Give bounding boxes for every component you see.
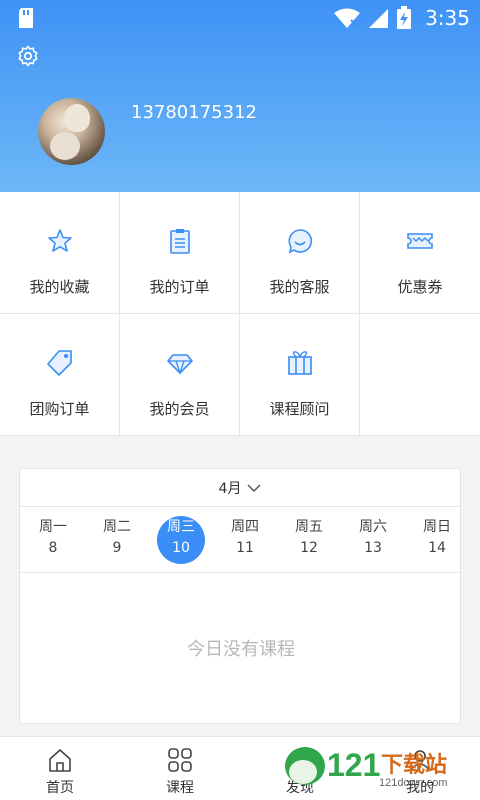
day-date: 11 [236, 540, 254, 556]
day-weekday: 周六 [359, 519, 387, 535]
home-icon [49, 749, 71, 772]
day-item-selected[interactable]: 周三 10 [157, 516, 205, 564]
gift-icon [287, 351, 312, 375]
tab-label: 课程 [166, 780, 194, 796]
profile-header: 3:35 13780175312 [0, 0, 480, 192]
menu-label: 团购订单 [29, 400, 90, 418]
coupon-icon [407, 233, 433, 249]
menu-item-favorites[interactable]: 我的收藏 [0, 192, 120, 314]
user-phone: 13780175312 [131, 102, 257, 123]
menu-label: 我的订单 [149, 278, 210, 296]
sd-card-icon [19, 8, 33, 28]
menu-item-advisor[interactable]: 课程顾问 [240, 314, 360, 436]
diamond-icon [166, 354, 193, 376]
status-time: 3:35 [425, 6, 470, 30]
week-row: 周一 8 周二 9 周三 10 周四 11 周五 12 周六 13 周日 14 [20, 507, 460, 573]
gear-icon[interactable] [16, 44, 40, 68]
day-date: 9 [112, 540, 122, 556]
menu-item-orders[interactable]: 我的订单 [120, 192, 240, 314]
menu-item-service[interactable]: 我的客服 [240, 192, 360, 314]
clipboard-icon [169, 229, 190, 254]
month-label: 4月 [218, 480, 242, 497]
menu-grid: 我的收藏 我的订单 我的客服 优惠券 团购订单 我的会员 课程顾问 [0, 192, 480, 436]
course-calendar: 4月 周一 8 周二 9 周三 10 周四 11 周五 12 周六 13 周日 … [19, 468, 461, 724]
menu-item-membership[interactable]: 我的会员 [120, 314, 240, 436]
empty-state-text: 今日没有课程 [187, 639, 295, 660]
day-item[interactable]: 周六 13 [349, 517, 397, 563]
status-bar: 3:35 [0, 0, 480, 36]
star-icon [47, 229, 72, 252]
menu-label: 优惠券 [397, 278, 443, 296]
day-date: 12 [300, 540, 318, 556]
menu-item-group-orders[interactable]: 团购订单 [0, 314, 120, 436]
tab-home[interactable]: 首页 [0, 737, 120, 800]
day-item[interactable]: 周一 8 [29, 517, 77, 563]
day-date: 13 [364, 540, 382, 556]
day-date: 10 [172, 540, 190, 556]
svg-text:下载站: 下载站 [381, 752, 447, 777]
watermark-logo: 121 下载站 121down.com [285, 747, 448, 789]
day-weekday: 周三 [167, 519, 195, 535]
day-weekday: 周日 [423, 519, 451, 535]
tab-label: 首页 [46, 780, 74, 796]
wifi-icon [334, 8, 361, 28]
day-date: 14 [428, 540, 446, 556]
day-item[interactable]: 周五 12 [285, 517, 333, 563]
day-item[interactable]: 周四 11 [221, 517, 269, 563]
chevron-down-icon [247, 483, 261, 492]
menu-label: 课程顾问 [269, 400, 330, 418]
month-selector[interactable]: 4月 [20, 469, 460, 507]
day-weekday: 周四 [231, 519, 259, 535]
avatar[interactable] [38, 98, 105, 165]
menu-label: 我的客服 [269, 278, 330, 296]
day-weekday: 周五 [295, 519, 323, 535]
app-root: 3:35 13780175312 我的收藏 我的订单 我的客服 优惠券 团购订单… [0, 0, 480, 800]
day-item[interactable]: 周日 14 [413, 517, 461, 563]
chat-icon [287, 229, 312, 254]
menu-label: 我的会员 [149, 400, 210, 418]
menu-item-empty [360, 314, 480, 436]
menu-item-coupons[interactable]: 优惠券 [360, 192, 480, 314]
day-weekday: 周二 [103, 519, 131, 535]
tab-courses[interactable]: 课程 [120, 737, 240, 800]
signal-icon [369, 9, 389, 28]
day-weekday: 周一 [39, 519, 67, 535]
svg-text:121down.com: 121down.com [379, 777, 448, 789]
tag-icon [46, 350, 72, 376]
svg-text:121: 121 [327, 747, 380, 783]
menu-label: 我的收藏 [29, 278, 90, 296]
day-item[interactable]: 周二 9 [93, 517, 141, 563]
battery-icon [397, 6, 412, 29]
day-date: 8 [48, 540, 58, 556]
grid-icon [168, 748, 192, 772]
